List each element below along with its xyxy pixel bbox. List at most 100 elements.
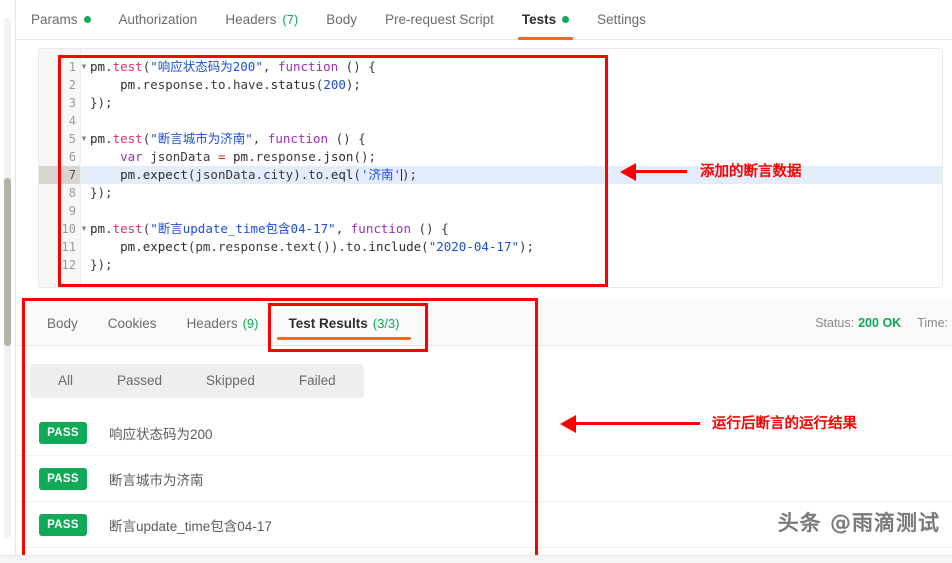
code-token: eql — [330, 167, 354, 182]
request-tab-params[interactable]: Params — [17, 0, 105, 40]
status-value: 200 OK — [858, 316, 902, 330]
editor-line-number: 3 — [68, 96, 76, 110]
request-tab-tests[interactable]: Tests — [508, 0, 583, 40]
editor-line-number: 9 — [68, 204, 76, 218]
code-token: var — [120, 149, 143, 164]
filter-pill-all[interactable]: All — [36, 364, 95, 398]
response-tab-cookies[interactable]: Cookies — [93, 300, 172, 346]
editor-line-number: 4 — [68, 114, 76, 128]
active-tab-underline — [517, 36, 574, 40]
vertical-scrollbar-thumb[interactable] — [4, 178, 11, 346]
code-token: function — [277, 59, 339, 74]
code-token: json — [323, 149, 354, 164]
code-token: include — [368, 239, 422, 254]
editor-code-line: pm.test("断言update_time包含04-17", function… — [81, 220, 942, 238]
editor-line-number-gutter: 1 ▼ 2 3 4 5 ▼ 6 7 8 9 10 ▼ 11 12 — [39, 49, 87, 287]
active-tab-underline — [277, 337, 411, 340]
code-token: pm — [90, 221, 106, 236]
status-badge: PASS — [39, 513, 87, 536]
code-token: .response.to.have. — [135, 77, 271, 92]
test-result-name: 响应状态码为200 — [109, 426, 213, 442]
request-tab-settings[interactable]: Settings — [583, 0, 660, 40]
code-token: ); — [519, 239, 535, 254]
editor-code-line: pm.test("断言城市为济南", function () { — [81, 130, 942, 148]
response-tab-label: Test Results — [288, 315, 368, 331]
code-token: status — [270, 77, 316, 92]
editor-line-number: 12 — [61, 258, 76, 272]
response-tab-headers[interactable]: Headers (9) — [172, 300, 274, 346]
response-tabs: Body Cookies Headers (9) Test Results (3/3) — [32, 300, 415, 346]
code-token: function — [350, 221, 411, 236]
response-tab-test-results[interactable]: Test Results (3/3) — [273, 300, 414, 346]
editor-code-line: }); — [81, 256, 942, 274]
response-tab-count: (9) — [242, 315, 259, 331]
response-tab-count: (3/3) — [372, 315, 400, 331]
editor-code-line: }); — [81, 94, 942, 112]
code-token: () { — [328, 131, 366, 146]
code-token: . — [135, 167, 143, 182]
request-tab-label: Authorization — [118, 12, 198, 27]
code-token: "2020-04-17" — [428, 239, 519, 254]
request-tab-body[interactable]: Body — [312, 0, 371, 40]
watermark: 头条 @雨滴测试 — [777, 511, 940, 535]
code-token: test — [112, 59, 143, 74]
code-token: "响应状态码为200" — [150, 59, 263, 74]
request-tab-authorization[interactable]: Authorization — [105, 0, 212, 40]
response-tab-body[interactable]: Body — [32, 300, 93, 346]
code-token: test — [112, 221, 143, 236]
code-token: . — [105, 131, 113, 146]
code-token: ); — [402, 167, 418, 182]
code-token: "断言城市为济南" — [150, 131, 253, 146]
code-token: }); — [90, 185, 113, 200]
filter-pill-skipped[interactable]: Skipped — [184, 364, 277, 398]
code-token: () { — [338, 59, 376, 74]
editor-line-number: 10 ▼ — [39, 220, 87, 238]
request-tab-label: Tests — [521, 12, 557, 27]
test-result-row[interactable]: PASS 响应状态码为200 — [17, 410, 952, 456]
unsaved-dot-icon — [83, 16, 91, 23]
editor-code-line: var jsonData = pm.response.json(); — [81, 148, 942, 166]
bottom-strip — [0, 555, 952, 563]
time-group: Time: — [917, 316, 952, 330]
request-tab-label: Params — [31, 12, 78, 27]
editor-line-number: 5 ▼ — [39, 130, 87, 148]
request-tab-label: Body — [326, 12, 358, 27]
test-result-row[interactable]: PASS 断言城市为济南 — [17, 456, 952, 502]
request-tab-count: (7) — [282, 12, 299, 27]
time-label: Time: — [917, 316, 948, 330]
request-tab-label: Settings — [597, 12, 646, 27]
editor-code-line: pm.response.to.have.status(200); — [81, 76, 942, 94]
code-token: expect — [142, 167, 188, 182]
test-result-filter-group: All Passed Skipped Failed — [30, 364, 364, 398]
filter-pill-failed[interactable]: Failed — [277, 364, 358, 398]
code-token: }); — [90, 257, 113, 272]
code-token: , — [335, 221, 351, 236]
app-left-rail — [0, 0, 16, 563]
postman-screenshot: Params Authorization Headers (7) Body Pre-req… — [0, 0, 952, 563]
editor-code-line — [81, 202, 942, 220]
editor-code-line: pm.expect(jsonData.city).to.eql('济南'); — [81, 166, 942, 184]
code-token: pm — [90, 131, 106, 146]
code-token: function — [267, 131, 329, 146]
request-tab-headers[interactable]: Headers (7) — [211, 0, 312, 40]
code-token: .response. — [248, 149, 324, 164]
code-token: pm — [90, 77, 136, 92]
code-token: '济南' — [360, 167, 402, 182]
editor-code-area[interactable]: pm.test("响应状态码为200", function () { pm.re… — [81, 49, 942, 287]
code-token: "断言update_time包含04-17" — [150, 221, 336, 236]
response-tab-label: Cookies — [107, 315, 157, 331]
request-tab-pre-request-script[interactable]: Pre-request Script — [371, 0, 508, 40]
code-token: }); — [90, 95, 113, 110]
code-token: pm — [90, 167, 136, 182]
editor-line-number: 8 — [68, 186, 76, 200]
tests-script-editor[interactable]: 1 ▼ 2 3 4 5 ▼ 6 7 8 9 10 ▼ 11 12 pm.test("响应状态码为200", … — [38, 48, 943, 288]
filter-pill-passed[interactable]: Passed — [95, 364, 184, 398]
response-tab-label: Body — [47, 315, 78, 331]
request-tab-label: Headers — [225, 12, 277, 27]
code-token: pm — [90, 239, 136, 254]
code-token: jsonData — [142, 149, 218, 164]
code-token: ( — [353, 167, 361, 182]
